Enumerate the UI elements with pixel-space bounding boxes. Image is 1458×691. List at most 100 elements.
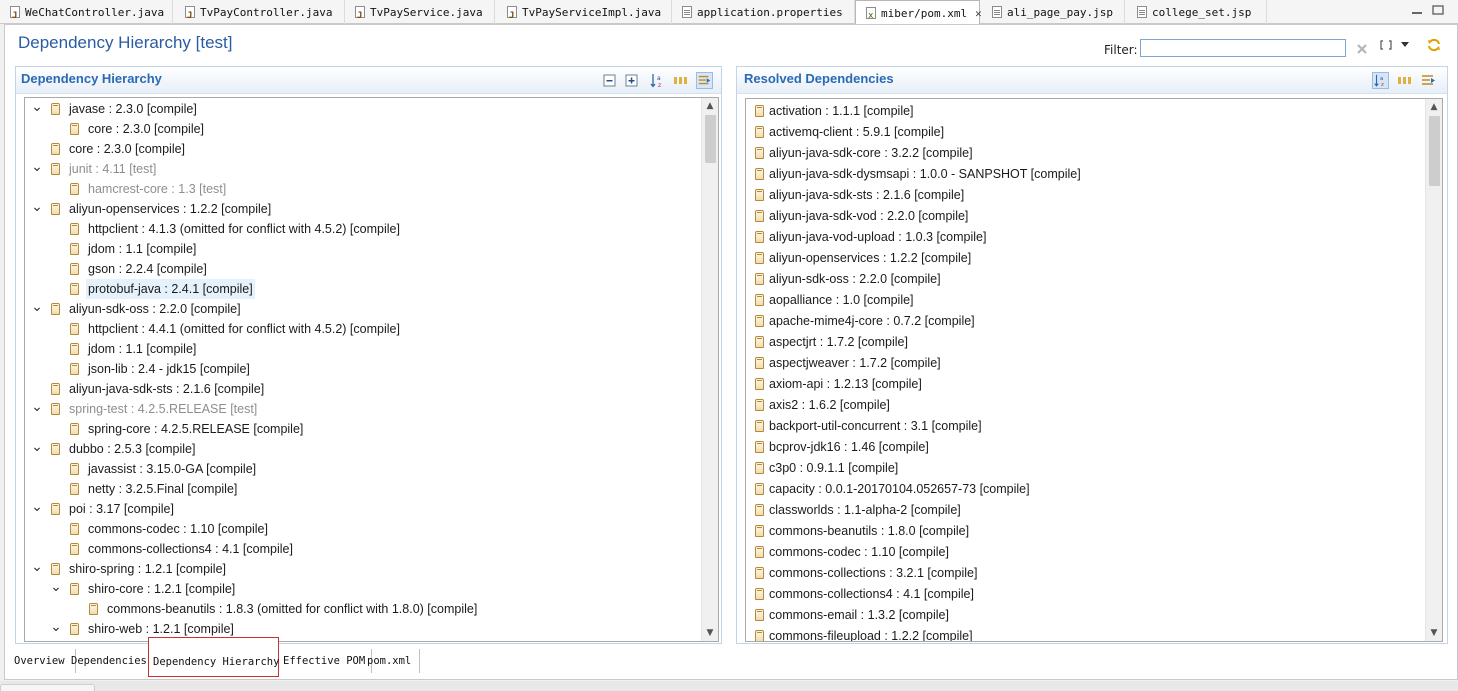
list-item[interactable]: apache-mime4j-core : 0.7.2 [compile]	[746, 311, 1422, 331]
tree-item[interactable]: commons-beanutils : 1.8.3 (omitted for c…	[25, 599, 700, 619]
scroll-down-icon[interactable]: ▼	[702, 625, 718, 641]
scroll-thumb[interactable]	[1429, 116, 1440, 186]
resolved-list[interactable]: activation : 1.1.1 [compile] activemq-cli…	[745, 98, 1443, 642]
expand-all-icon[interactable]	[623, 72, 640, 89]
tree-item[interactable]: spring-core : 4.2.5.RELEASE [compile]	[25, 419, 700, 439]
tree-item[interactable]: protobuf-java : 2.4.1 [compile]	[25, 279, 700, 299]
tree-item[interactable]: jdom : 1.1 [compile]	[25, 339, 700, 359]
tree-item[interactable]: httpclient : 4.4.1 (omitted for conflict…	[25, 319, 700, 339]
list-item[interactable]: activemq-client : 5.9.1 [compile]	[746, 122, 1422, 142]
list-item[interactable]: aliyun-java-vod-upload : 1.0.3 [compile]	[746, 227, 1422, 247]
list-item[interactable]: commons-beanutils : 1.8.0 [compile]	[746, 521, 1422, 541]
list-item[interactable]: aspectjrt : 1.7.2 [compile]	[746, 332, 1422, 352]
tree-scrollbar[interactable]: ▲ ▼	[701, 98, 718, 641]
tree-item[interactable]: jdom : 1.1 [compile]	[25, 239, 700, 259]
filter-input[interactable]	[1140, 39, 1346, 57]
tree-item[interactable]: hamcrest-core : 1.3 [test]	[25, 179, 700, 199]
clear-filter-icon[interactable]	[1356, 43, 1368, 55]
tree-item[interactable]: core : 2.3.0 [compile]	[25, 139, 700, 159]
chevron-down-icon[interactable]: ⌄	[31, 499, 43, 519]
tree-item[interactable]: ⌄ spring-test : 4.2.5.RELEASE [test]	[25, 399, 700, 419]
list-item[interactable]: aliyun-java-sdk-core : 3.2.2 [compile]	[746, 143, 1422, 163]
chevron-down-icon[interactable]: ⌄	[50, 579, 62, 599]
collapse-all-icon[interactable]	[601, 72, 618, 89]
list-item[interactable]: backport-util-concurrent : 3.1 [compile]	[746, 416, 1422, 436]
list-item[interactable]: aopalliance : 1.0 [compile]	[746, 290, 1422, 310]
tab-dependency-hierarchy[interactable]: Dependency Hierarchy	[148, 637, 279, 677]
chevron-down-icon[interactable]: ⌄	[31, 399, 43, 419]
filter-toggle-icon[interactable]	[1420, 72, 1437, 89]
show-groupid-icon[interactable]	[672, 72, 689, 89]
tree-item[interactable]: commons-collections4 : 4.1 [compile]	[25, 539, 700, 559]
list-item[interactable]: axiom-api : 1.2.13 [compile]	[746, 374, 1422, 394]
minimized-view-tab[interactable]	[0, 684, 95, 691]
sort-az-icon[interactable]: az	[1372, 72, 1389, 89]
filter-toggle-icon[interactable]	[696, 72, 713, 89]
tree-item[interactable]: gson : 2.2.4 [compile]	[25, 259, 700, 279]
chevron-down-icon[interactable]	[1401, 42, 1409, 48]
scroll-thumb[interactable]	[705, 115, 716, 163]
show-groupid-icon[interactable]	[1396, 72, 1413, 89]
scroll-down-icon[interactable]: ▼	[1426, 625, 1442, 641]
list-item[interactable]: commons-email : 1.3.2 [compile]	[746, 605, 1422, 625]
list-item[interactable]: commons-collections4 : 4.1 [compile]	[746, 584, 1422, 604]
editor-tab-pom-xml[interactable]: miber/pom.xml ✕	[855, 0, 982, 28]
tree-item[interactable]: commons-codec : 1.10 [compile]	[25, 519, 700, 539]
editor-tab-wechatcontroller[interactable]: WeChatController.java	[0, 0, 173, 28]
list-item[interactable]: capacity : 0.0.1-20170104.052657-73 [com…	[746, 479, 1422, 499]
tree-item[interactable]: netty : 3.2.5.Final [compile]	[25, 479, 700, 499]
list-item[interactable]: bcprov-jdk16 : 1.46 [compile]	[746, 437, 1422, 457]
list-item[interactable]: aliyun-openservices : 1.2.2 [compile]	[746, 248, 1422, 268]
editor-tab-tvpayserviceimpl[interactable]: TvPayServiceImpl.java	[497, 0, 672, 28]
list-item[interactable]: aliyun-sdk-oss : 2.2.0 [compile]	[746, 269, 1422, 289]
list-item[interactable]: aliyun-java-sdk-dysmsapi : 1.0.0 - SANPS…	[746, 164, 1422, 184]
refresh-icon[interactable]	[1426, 37, 1442, 53]
editor-tab-college-set[interactable]: college_set.jsp	[1127, 0, 1267, 24]
chevron-down-icon[interactable]: ⌄	[31, 199, 43, 219]
list-item[interactable]: commons-fileupload : 1.2.2 [compile]	[746, 626, 1422, 641]
scroll-up-icon[interactable]: ▲	[1426, 99, 1442, 115]
tree-item[interactable]: ⌄ aliyun-openservices : 1.2.2 [compile]	[25, 199, 700, 219]
list-item[interactable]: axis2 : 1.6.2 [compile]	[746, 395, 1422, 415]
maximize-icon[interactable]	[1432, 5, 1444, 15]
tree-item[interactable]: httpclient : 4.1.3 (omitted for conflict…	[25, 219, 700, 239]
list-item[interactable]: activation : 1.1.1 [compile]	[746, 101, 1422, 121]
minimize-icon[interactable]	[1411, 5, 1423, 15]
list-item[interactable]: c3p0 : 0.9.1.1 [compile]	[746, 458, 1422, 478]
chevron-down-icon[interactable]: ⌄	[50, 619, 62, 639]
chevron-down-icon[interactable]: ⌄	[31, 99, 43, 119]
hierarchy-tree[interactable]: ⌄ javase : 2.3.0 [compile] core : 2.3.0 [c…	[24, 97, 719, 642]
tree-item[interactable]: ⌄ dubbo : 2.5.3 [compile]	[25, 439, 700, 459]
editor-tab-application-properties[interactable]: application.properties	[672, 0, 855, 24]
chevron-down-icon[interactable]: ⌄	[31, 439, 43, 459]
search-mode-icon[interactable]	[1380, 39, 1392, 51]
tree-item[interactable]: ⌄ junit : 4.11 [test]	[25, 159, 700, 179]
tree-item[interactable]: ⌄ poi : 3.17 [compile]	[25, 499, 700, 519]
list-item[interactable]: aliyun-java-sdk-vod : 2.2.0 [compile]	[746, 206, 1422, 226]
tree-item[interactable]: json-lib : 2.4 - jdk15 [compile]	[25, 359, 700, 379]
tab-dependencies[interactable]: Dependencies	[67, 649, 157, 673]
tab-pom-xml[interactable]: pom.xml	[363, 649, 420, 673]
tree-item[interactable]: ⌄ shiro-core : 1.2.1 [compile]	[25, 579, 700, 599]
tree-item[interactable]: javassist : 3.15.0-GA [compile]	[25, 459, 700, 479]
list-item[interactable]: aspectjweaver : 1.7.2 [compile]	[746, 353, 1422, 373]
list-item[interactable]: commons-collections : 3.2.1 [compile]	[746, 563, 1422, 583]
sort-az-icon[interactable]: az	[649, 72, 666, 89]
editor-tab-tvpaycontroller[interactable]: TvPayController.java	[175, 0, 345, 28]
editor-tab-tvpayservice[interactable]: TvPayService.java	[345, 0, 495, 28]
list-item[interactable]: aliyun-java-sdk-sts : 2.1.6 [compile]	[746, 185, 1422, 205]
editor-tab-ali-page-pay[interactable]: ali_page_pay.jsp	[982, 0, 1125, 24]
tab-effective-pom[interactable]: Effective POM	[279, 649, 372, 673]
chevron-down-icon[interactable]: ⌄	[31, 159, 43, 179]
list-item[interactable]: classworlds : 1.1-alpha-2 [compile]	[746, 500, 1422, 520]
tree-item[interactable]: ⌄ aliyun-sdk-oss : 2.2.0 [compile]	[25, 299, 700, 319]
list-item[interactable]: commons-codec : 1.10 [compile]	[746, 542, 1422, 562]
chevron-down-icon[interactable]: ⌄	[31, 299, 43, 319]
tree-item[interactable]: aliyun-java-sdk-sts : 2.1.6 [compile]	[25, 379, 700, 399]
close-icon[interactable]: ✕	[975, 2, 982, 25]
chevron-down-icon[interactable]: ⌄	[31, 559, 43, 579]
list-scrollbar[interactable]: ▲ ▼	[1425, 99, 1442, 641]
tree-item[interactable]: ⌄ shiro-spring : 1.2.1 [compile]	[25, 559, 700, 579]
tree-item[interactable]: core : 2.3.0 [compile]	[25, 119, 700, 139]
scroll-up-icon[interactable]: ▲	[702, 98, 718, 114]
